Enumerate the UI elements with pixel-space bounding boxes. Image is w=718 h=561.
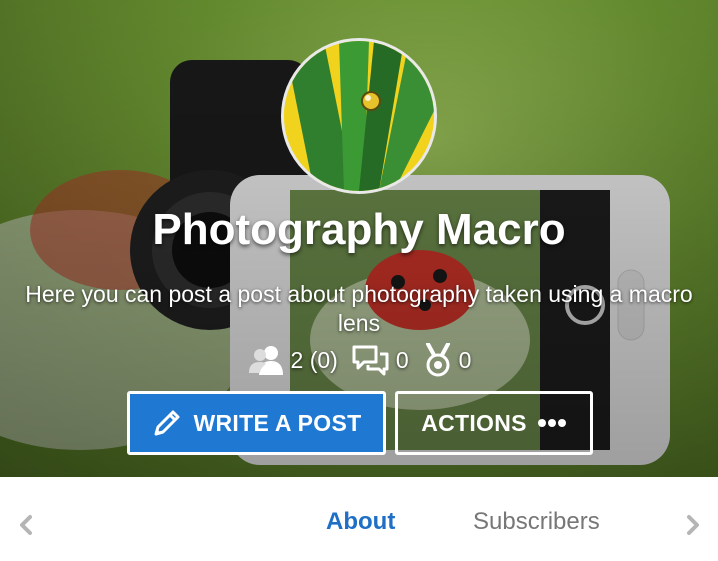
group-avatar[interactable] [281, 38, 437, 194]
group-description: Here you can post a post about photograp… [25, 281, 693, 336]
tab-about[interactable]: About [326, 508, 395, 536]
actions-button[interactable]: ACTIONS [395, 391, 593, 455]
actions-label: ACTIONS [421, 409, 527, 436]
more-dots-icon [537, 419, 566, 427]
tab-subscribers[interactable]: Subscribers [473, 508, 600, 536]
chevron-right-icon[interactable] [685, 514, 701, 536]
awards-count: 0 [458, 346, 472, 373]
comments-icon [352, 345, 389, 376]
members-icon [248, 346, 283, 375]
group-header: Photography Macro Here you can post a po… [0, 0, 718, 477]
write-post-button[interactable]: WRITE A POST [127, 391, 386, 455]
pencil-icon [154, 410, 180, 436]
medal-icon [425, 343, 450, 377]
chevron-left-icon[interactable] [18, 514, 34, 536]
posts-stat[interactable]: 0 [352, 344, 409, 376]
write-post-label: WRITE A POST [193, 409, 362, 436]
avatar-image [284, 41, 434, 191]
group-stats: 2 (0) 0 0 [0, 343, 718, 377]
members-stat[interactable]: 2 (0) [247, 344, 338, 376]
awards-stat[interactable]: 0 [423, 343, 472, 377]
posts-count: 0 [395, 346, 409, 373]
group-title: Photography Macro [152, 205, 566, 254]
members-count: 2 (0) [290, 346, 338, 373]
